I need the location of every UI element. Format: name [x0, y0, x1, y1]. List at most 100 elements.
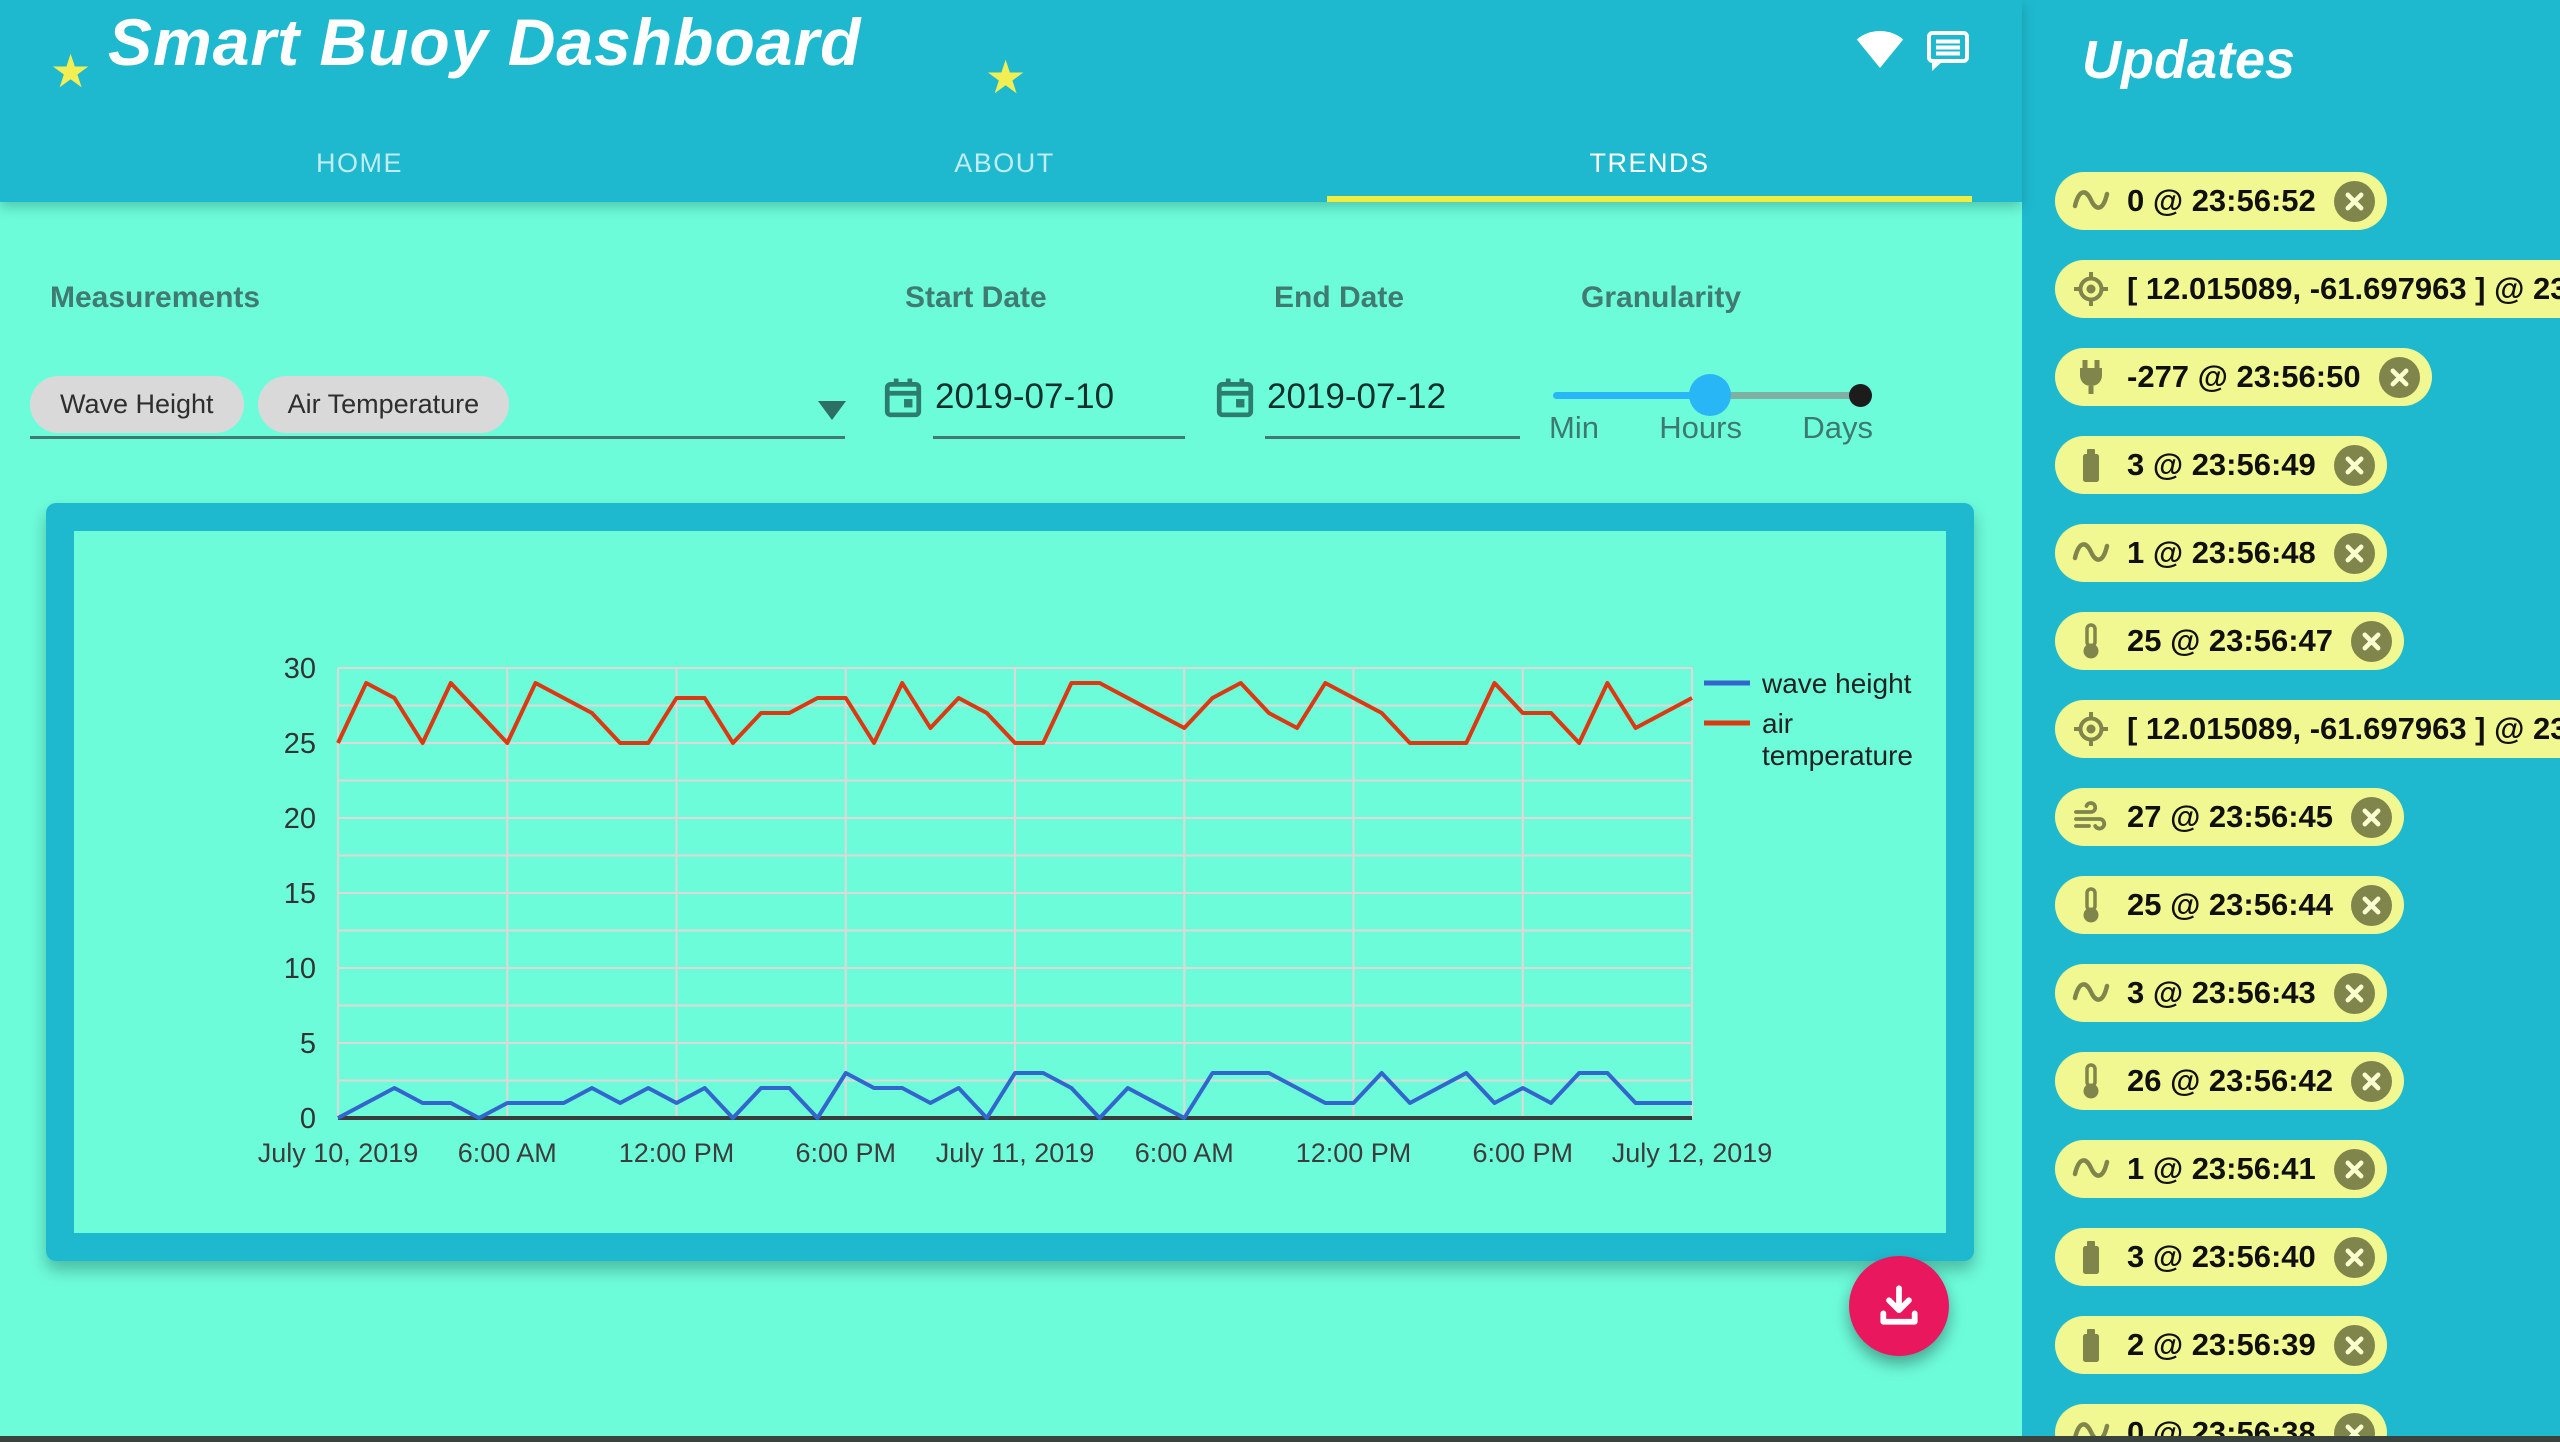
measurements-label: Measurements — [50, 281, 260, 315]
svg-text:6:00 AM: 6:00 AM — [1135, 1138, 1234, 1168]
update-text: -277 @ 23:56:50 — [2127, 359, 2361, 395]
trend-chart: 0 5 10 15 20 25 30 July 10, 2019 6:00 AM 12:00 PM… — [74, 531, 1946, 1233]
update-pill: 1 @ 23:56:41 — [2055, 1140, 2387, 1198]
chart-panel: 0 5 10 15 20 25 30 July 10, 2019 6:00 AM 12:00 PM… — [74, 531, 1946, 1233]
thermometer-icon — [2071, 621, 2111, 661]
thermometer-icon — [2071, 885, 2111, 925]
wave-icon — [2071, 533, 2111, 573]
update-text: 2 @ 23:56:39 — [2127, 1327, 2316, 1363]
wave-icon — [2071, 181, 2111, 221]
update-text: 27 @ 23:56:45 — [2127, 799, 2333, 835]
plug-icon — [2071, 357, 2111, 397]
update-pill: 3 @ 23:56:43 — [2055, 964, 2387, 1022]
svg-text:15: 15 — [284, 878, 316, 910]
updates-list: 0 @ 23:56:52 [ 12.015089, -61.697963 ] @… — [2022, 172, 2560, 1442]
update-pill: 26 @ 23:56:42 — [2055, 1052, 2404, 1110]
tab-trends[interactable]: TRENDS — [1327, 124, 1972, 202]
end-date-label: End Date — [1274, 281, 1404, 315]
thermometer-icon — [2071, 1061, 2111, 1101]
update-text: 25 @ 23:56:47 — [2127, 623, 2333, 659]
title-star-right: ★ — [985, 50, 1026, 104]
update-pill: 3 @ 23:56:49 — [2055, 436, 2387, 494]
tab-home[interactable]: HOME — [37, 124, 682, 202]
dismiss-update-button[interactable] — [2351, 797, 2392, 838]
update-pill: 25 @ 23:56:47 — [2055, 612, 2404, 670]
update-text: 26 @ 23:56:42 — [2127, 1063, 2333, 1099]
chip-wave-height[interactable]: Wave Height — [30, 376, 244, 433]
wifi-icon — [1856, 26, 1904, 74]
update-pill: 27 @ 23:56:45 — [2055, 788, 2404, 846]
dismiss-update-button[interactable] — [2334, 1237, 2375, 1278]
svg-text:12:00 PM: 12:00 PM — [1296, 1138, 1412, 1168]
dismiss-update-button[interactable] — [2334, 973, 2375, 1014]
granularity-options: Min Hours Days — [1549, 410, 1873, 446]
svg-text:12:00 PM: 12:00 PM — [619, 1138, 735, 1168]
title-star-left: ★ — [50, 44, 91, 98]
update-pill: 1 @ 23:56:48 — [2055, 524, 2387, 582]
dismiss-update-button[interactable] — [2334, 181, 2375, 222]
svg-text:0: 0 — [300, 1103, 316, 1135]
download-icon — [1876, 1282, 1922, 1331]
dismiss-update-button[interactable] — [2351, 885, 2392, 926]
slider-track-active[interactable] — [1553, 392, 1711, 399]
tab-about[interactable]: ABOUT — [682, 124, 1327, 202]
update-text: 3 @ 23:56:43 — [2127, 975, 2316, 1011]
chart-frame: 0 5 10 15 20 25 30 July 10, 2019 6:00 AM 12:00 PM… — [46, 503, 1974, 1261]
page-title: Smart Buoy Dashboard — [108, 4, 861, 80]
svg-text:6:00 PM: 6:00 PM — [795, 1138, 896, 1168]
svg-text:wave height: wave height — [1761, 668, 1912, 699]
update-text: 3 @ 23:56:49 — [2127, 447, 2316, 483]
nav-tabs: HOME ABOUT TRENDS — [37, 124, 1972, 202]
calendar-icon[interactable] — [1216, 377, 1254, 424]
svg-text:25: 25 — [284, 728, 316, 760]
svg-text:10: 10 — [284, 953, 316, 985]
dismiss-update-button[interactable] — [2334, 1325, 2375, 1366]
svg-text:6:00 AM: 6:00 AM — [458, 1138, 557, 1168]
smart-buoy-dashboard-app: ★ Smart Buoy Dashboard ★ — [0, 0, 2560, 1442]
gps-icon — [2071, 709, 2111, 749]
header-icons — [1856, 26, 1972, 74]
gps-icon — [2071, 269, 2111, 309]
download-button[interactable] — [1849, 1256, 1949, 1356]
main-column: ★ Smart Buoy Dashboard ★ — [0, 0, 2022, 1442]
chat-icon[interactable] — [1924, 26, 1972, 74]
end-date-input[interactable]: 2019-07-12 — [1267, 377, 1446, 417]
granularity-option-days: Days — [1802, 410, 1873, 446]
measurements-select-underline — [30, 436, 845, 439]
granularity-option-min: Min — [1549, 410, 1599, 446]
updates-sidebar: Updates 0 @ 23:56:52 [ 12.015089, -61.69… — [2022, 0, 2560, 1442]
svg-text:July 12, 2019: July 12, 2019 — [1612, 1138, 1773, 1168]
update-pill: -277 @ 23:56:50 — [2055, 348, 2432, 406]
svg-text:20: 20 — [284, 803, 316, 835]
wave-icon — [2071, 973, 2111, 1013]
svg-text:6:00 PM: 6:00 PM — [1472, 1138, 1573, 1168]
start-date-input[interactable]: 2019-07-10 — [935, 377, 1114, 417]
measurement-chips: Wave Height Air Temperature — [30, 376, 509, 433]
calendar-icon[interactable] — [884, 377, 922, 424]
battery-icon — [2071, 1325, 2111, 1365]
wind-icon — [2071, 797, 2111, 837]
updates-title: Updates — [2082, 28, 2560, 92]
slider-track-inactive[interactable] — [1711, 392, 1862, 399]
update-pill: 2 @ 23:56:39 — [2055, 1316, 2387, 1374]
window-bottom-edge — [0, 1436, 2560, 1442]
svg-text:5: 5 — [300, 1028, 316, 1060]
granularity-option-hours: Hours — [1659, 410, 1742, 446]
update-pill: 3 @ 23:56:40 — [2055, 1228, 2387, 1286]
svg-text:30: 30 — [284, 653, 316, 685]
wave-icon — [2071, 1149, 2111, 1189]
dismiss-update-button[interactable] — [2334, 1149, 2375, 1190]
chevron-down-icon[interactable] — [818, 401, 846, 420]
update-text: [ 12.015089, -61.697963 ] @ 23:56:51 — [2127, 271, 2560, 307]
dismiss-update-button[interactable] — [2334, 445, 2375, 486]
dismiss-update-button[interactable] — [2379, 357, 2420, 398]
update-text: [ 12.015089, -61.697963 ] @ 23:56:46 — [2127, 711, 2560, 747]
svg-text:July 10, 2019: July 10, 2019 — [258, 1138, 419, 1168]
svg-text:July 11, 2019: July 11, 2019 — [936, 1138, 1095, 1168]
dismiss-update-button[interactable] — [2334, 533, 2375, 574]
app-header: ★ Smart Buoy Dashboard ★ — [0, 0, 2022, 202]
update-pill: [ 12.015089, -61.697963 ] @ 23:56:51 — [2055, 260, 2560, 318]
dismiss-update-button[interactable] — [2351, 1061, 2392, 1102]
dismiss-update-button[interactable] — [2351, 621, 2392, 662]
chip-air-temperature[interactable]: Air Temperature — [258, 376, 510, 433]
